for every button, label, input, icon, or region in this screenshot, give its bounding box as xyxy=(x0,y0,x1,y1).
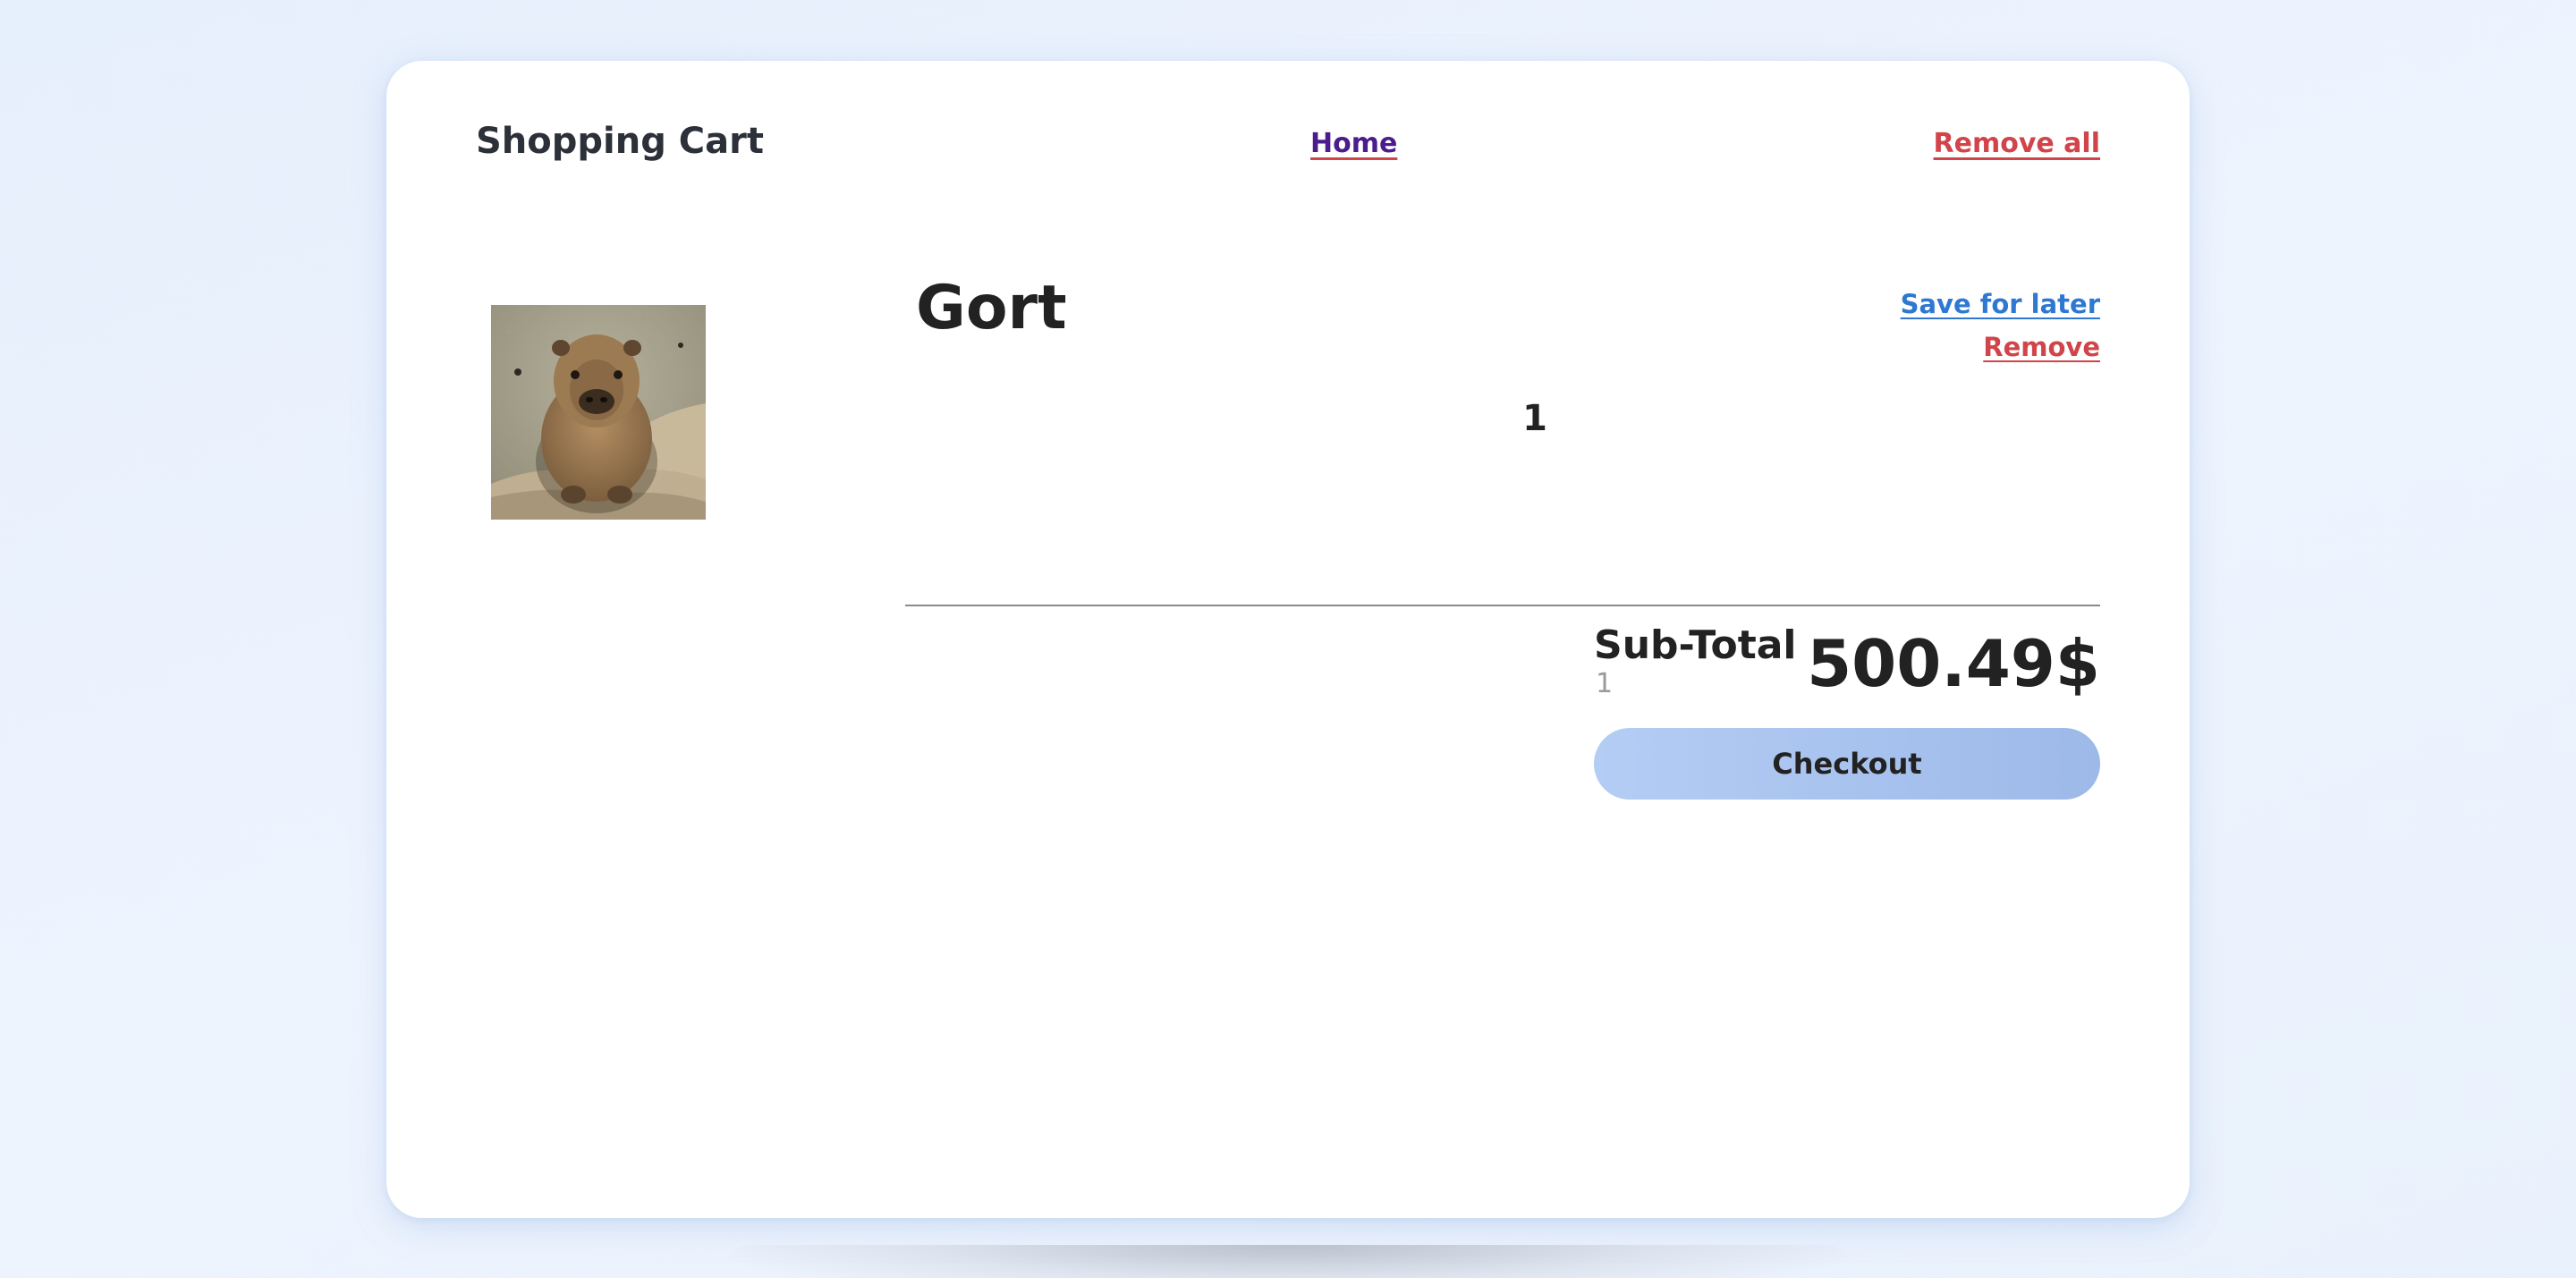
subtotal-price: 500.49$ xyxy=(1807,626,2100,701)
remove-item-link[interactable]: Remove xyxy=(1983,334,2100,360)
page-bottom-shadow xyxy=(724,1245,1852,1278)
save-for-later-link[interactable]: Save for later xyxy=(1901,292,2100,317)
remove-all-link[interactable]: Remove all xyxy=(1934,131,2100,157)
page-title: Shopping Cart xyxy=(476,121,764,162)
divider xyxy=(905,605,2100,606)
subtotal-item-count: 1 xyxy=(1596,668,1614,699)
cart-card: Shopping Cart Home Remove all Gort Save … xyxy=(386,61,2190,1218)
product-image xyxy=(491,305,706,520)
subtotal-label: Sub-Total xyxy=(1594,622,1797,668)
item-quantity: 1 xyxy=(1522,398,1547,439)
checkout-button[interactable]: Checkout xyxy=(1594,728,2100,800)
capybara-photo-icon xyxy=(491,305,706,520)
product-name: Gort xyxy=(916,273,1067,343)
home-link[interactable]: Home xyxy=(1310,131,1397,157)
